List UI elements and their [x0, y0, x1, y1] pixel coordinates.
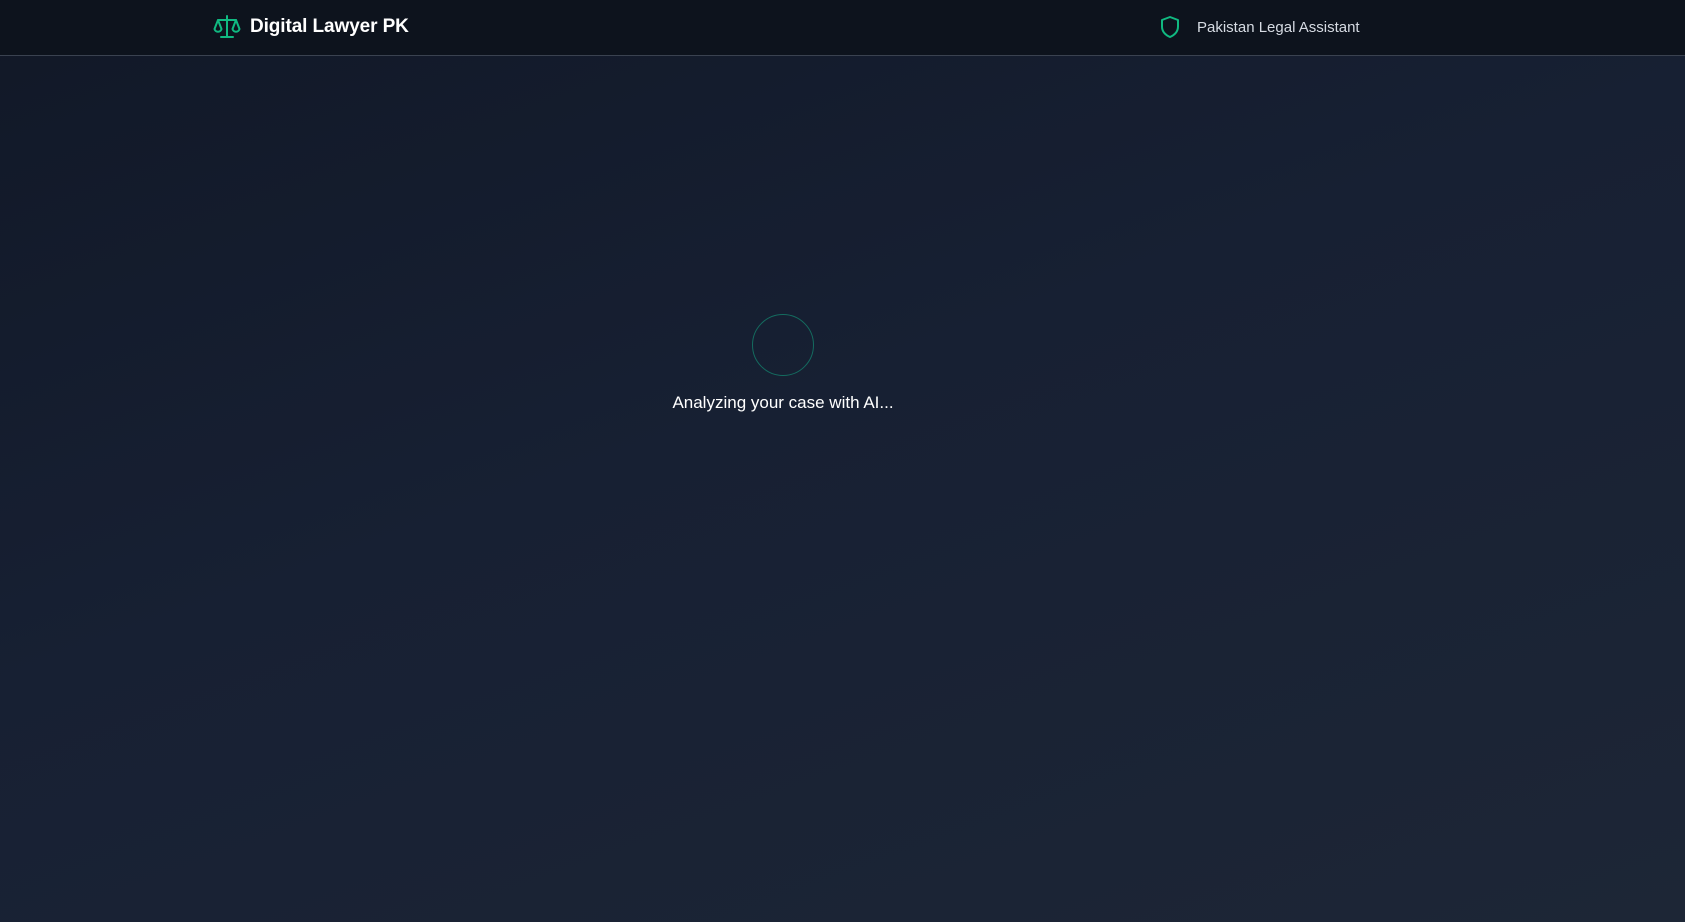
top-navigation-bar: Digital Lawyer PK Pakistan Legal Assista… [0, 0, 1685, 56]
shield-icon [1159, 15, 1181, 39]
brand-logo-link[interactable]: Digital Lawyer PK [213, 12, 409, 42]
app-title: Digital Lawyer PK [250, 16, 409, 37]
scales-of-justice-icon [213, 13, 241, 41]
assistant-badge: Pakistan Legal Assistant [1159, 14, 1360, 40]
loading-message: Analyzing your case with AI... [672, 393, 894, 412]
assistant-label: Pakistan Legal Assistant [1197, 18, 1360, 36]
loading-spinner [752, 314, 814, 376]
